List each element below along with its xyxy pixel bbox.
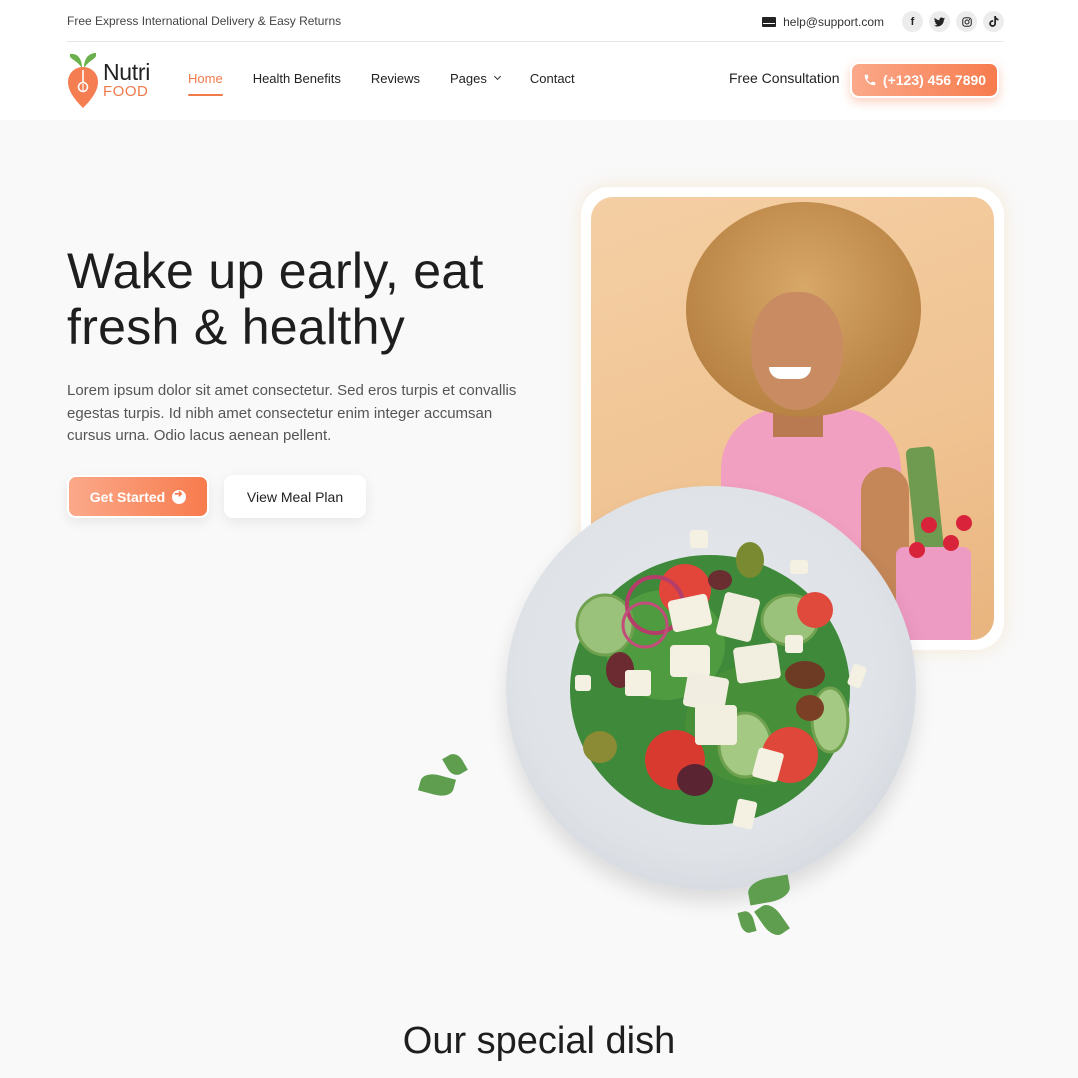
top-bar-contact: help@support.com f [762,11,1004,32]
photo-radish [956,515,972,531]
logo-primary-text: Nutri [103,59,151,85]
facebook-icon[interactable]: f [902,11,923,32]
phone-number: (+123) 456 7890 [882,72,987,88]
hero-title-line-1: Wake up early, eat [67,243,484,299]
photo-leek [905,445,945,559]
hero-description: Lorem ipsum dolor sit amet consectetur. … [67,382,517,444]
site-header: Free Express International Delivery & Ea… [0,0,1078,120]
phone-button[interactable]: (+123) 456 7890 [850,62,999,98]
email-link[interactable]: help@support.com [762,15,884,29]
hero-title-line-2: fresh & healthy [67,299,406,355]
nav-item-reviews[interactable]: Reviews [371,71,420,97]
twitter-icon[interactable] [929,11,950,32]
hero-title: Wake up early, eat fresh & healthy [67,243,484,355]
salad-image [570,530,867,830]
photo-radish [943,535,959,551]
logo[interactable]: Nutri FOOD [67,50,167,110]
photo-radish [909,542,925,558]
get-started-button[interactable]: Get Started [67,475,209,518]
section-title: Our special dish [402,1020,676,1062]
spinach-leaf-decoration [754,900,790,940]
spinach-leaf-decoration [737,909,757,935]
carrot-leaf-icon [68,53,98,108]
view-meal-plan-button[interactable]: View Meal Plan [224,475,366,518]
photo-bag [896,547,971,640]
nav-item-pages[interactable]: Pages [449,71,501,97]
tiktok-icon[interactable] [983,11,1004,32]
nav-item-contact[interactable]: Contact [530,71,575,97]
logo-secondary-text: FOOD [103,83,149,100]
chevron-down-icon [493,72,501,81]
spinach-leaf-decoration [417,770,457,800]
main-nav: Nutri FOOD Home Health Benefits Reviews … [0,42,1078,120]
mail-icon [762,16,777,27]
photo-smile [769,367,811,379]
spinach-leaf-decoration [442,750,468,779]
nav-item-home[interactable]: Home [188,71,223,97]
nav-menu: Home Health Benefits Reviews Pages Conta… [188,71,605,97]
instagram-icon[interactable] [956,11,977,32]
free-consultation-link[interactable]: Free Consultation [729,70,840,86]
photo-face [751,292,843,410]
photo-radish [921,517,937,533]
get-started-label: Get Started [89,488,166,505]
nav-item-health-benefits[interactable]: Health Benefits [253,71,341,97]
email-text: help@support.com [783,14,884,29]
announcement-text: Free Express International Delivery & Ea… [67,14,342,28]
top-bar: Free Express International Delivery & Ea… [67,0,1004,42]
nav-item-pages-label: Pages [449,71,487,86]
phone-icon [864,74,876,86]
arrow-right-circle-icon [172,489,187,504]
